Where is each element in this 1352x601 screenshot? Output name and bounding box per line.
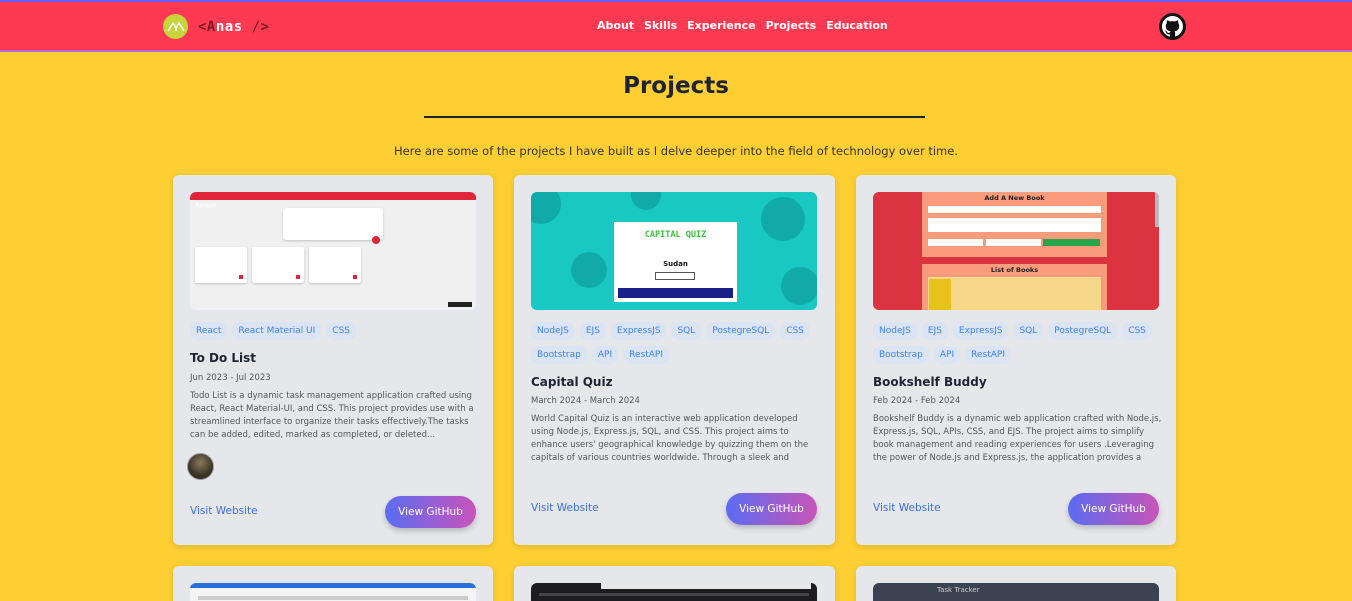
project-description: Bookshelf Buddy is a dynamic web applica… [873,414,1162,463]
tag: CSS [780,322,810,340]
title-divider [424,116,925,118]
project-description: World Capital Quiz is an interactive web… [531,414,809,463]
tag: NodeJS [873,322,917,340]
project-title: To Do List [190,351,257,365]
project-thumbnail[interactable]: Keeper [190,192,476,310]
project-description: Todo List is a dynamic task management a… [190,391,474,440]
tag-list: NodeJS EJS ExpressJS SQL PostegreSQL CSS… [873,322,1163,364]
tag: ExpressJS [952,322,1009,340]
project-card-bookshelf: Add A New Book List of Books NodeJS EJS … [856,175,1176,545]
project-thumbnail[interactable]: CAPITAL QUIZ Sudan [531,192,817,310]
tag: SQL [671,322,702,340]
project-date: March 2024 - March 2024 [531,396,640,406]
nav-link-skills[interactable]: Skills [644,19,677,32]
project-thumbnail[interactable] [531,583,817,601]
visit-website-link[interactable]: Visit Website [873,502,941,514]
tag: React Material UI [232,322,322,340]
brand[interactable]: <Anas /> [163,14,269,39]
tag: Bootstrap [873,346,929,364]
tag: RestAPI [623,346,669,364]
tag-list: NodeJS EJS ExpressJS SQL PostegreSQL CSS… [531,322,821,364]
visit-website-link[interactable]: Visit Website [531,502,599,514]
section-subtitle: Here are some of the projects I have bui… [394,144,958,158]
logo-icon [163,14,188,39]
tag-list: React React Material UI CSS [190,322,480,340]
tag: API [933,346,961,364]
project-card-quiz: CAPITAL QUIZ Sudan NodeJS EJS ExpressJS … [514,175,835,545]
project-card-partial [514,566,835,601]
project-card-partial: Task Tracker [856,566,1176,601]
project-date: Jun 2023 - Jul 2023 [190,373,271,383]
project-title: Bookshelf Buddy [873,375,987,389]
visit-website-link[interactable]: Visit Website [190,505,258,517]
tag: CSS [1122,322,1152,340]
tag: EJS [579,322,606,340]
view-github-button[interactable]: View GitHub [385,496,476,528]
project-card-partial [173,566,493,601]
brand-name: <Anas /> [198,18,270,35]
nav-link-projects[interactable]: Projects [766,19,817,32]
tag: PostegreSQL [1048,322,1118,340]
project-title: Capital Quiz [531,375,613,389]
project-date: Feb 2024 - Feb 2024 [873,396,961,406]
nav-link-about[interactable]: About [597,19,634,32]
tag: ExpressJS [610,322,667,340]
view-github-button[interactable]: View GitHub [1068,493,1159,525]
project-card-todo: Keeper React React Material UI CSS To Do… [173,175,493,545]
nav-links: About Skills Experience Projects Educati… [597,19,888,32]
github-icon[interactable] [1159,13,1186,40]
project-thumbnail[interactable]: Task Tracker [873,583,1159,601]
nav-link-education[interactable]: Education [826,19,888,32]
tag: React [190,322,228,340]
tag: API [591,346,619,364]
page-title: Projects [623,73,729,99]
tag: PostegreSQL [706,322,776,340]
tag: Bootstrap [531,346,587,364]
tag: RestAPI [965,346,1011,364]
project-thumbnail[interactable] [190,583,476,601]
nav-link-experience[interactable]: Experience [687,19,755,32]
navbar: <Anas /> About Skills Experience Project… [0,0,1352,52]
tag: SQL [1013,322,1044,340]
tag: CSS [326,322,357,340]
view-github-button[interactable]: View GitHub [726,493,817,525]
tag: EJS [921,322,948,340]
contributor-avatar[interactable] [187,453,214,480]
tag: NodeJS [531,322,575,340]
project-thumbnail[interactable]: Add A New Book List of Books [873,192,1159,310]
